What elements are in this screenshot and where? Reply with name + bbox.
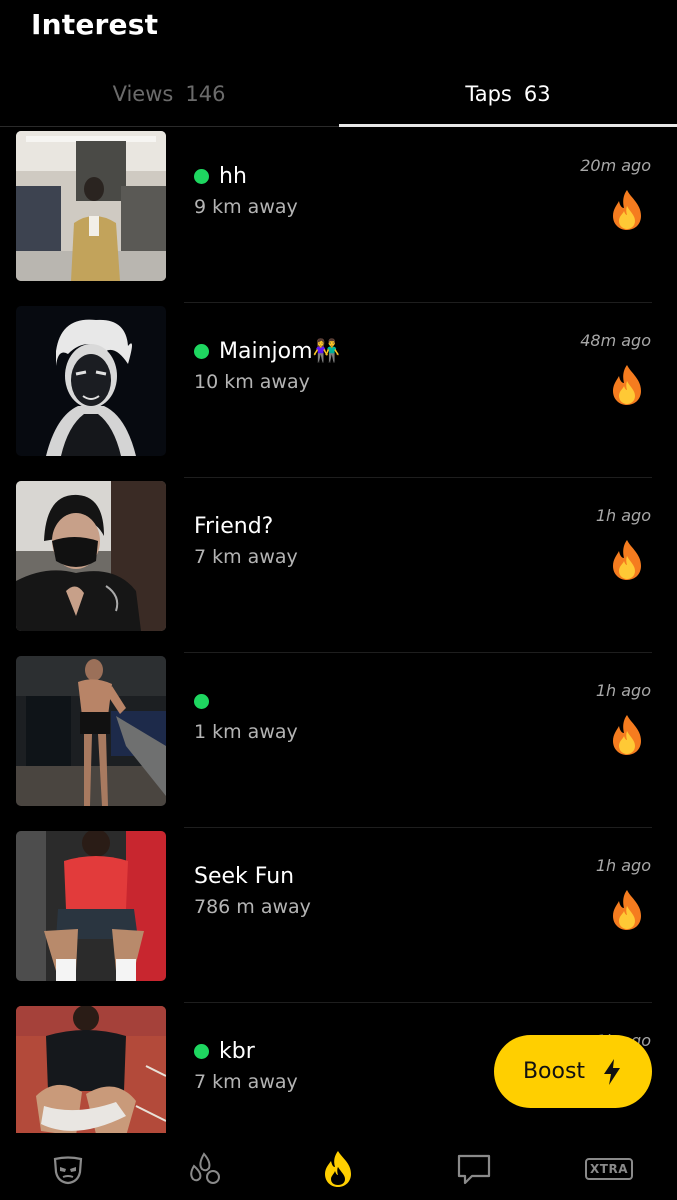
list-item[interactable]: Seek Fun 786 m away 1h ago bbox=[0, 828, 677, 1003]
distance: 786 m away bbox=[194, 896, 311, 918]
boost-button[interactable]: Boost bbox=[494, 1035, 652, 1108]
online-indicator bbox=[194, 168, 209, 184]
profile-photo[interactable] bbox=[16, 131, 166, 281]
flame-icon[interactable] bbox=[607, 888, 647, 932]
page-title: Interest bbox=[31, 8, 159, 41]
profile-photo[interactable] bbox=[16, 656, 166, 806]
name-line bbox=[194, 687, 219, 715]
tabs: Views 146 Taps 63 bbox=[0, 60, 677, 127]
profile-name: Seek Fun bbox=[194, 863, 295, 889]
bottom-nav: XTRA bbox=[0, 1133, 677, 1200]
profile-name: kbr bbox=[219, 1038, 255, 1064]
flame-icon[interactable] bbox=[607, 188, 647, 232]
tap-time: 1h ago bbox=[595, 856, 651, 875]
distance: 9 km away bbox=[194, 196, 298, 218]
profile-photo[interactable] bbox=[16, 481, 166, 631]
drops-icon bbox=[190, 1152, 220, 1184]
nav-drops[interactable] bbox=[184, 1151, 224, 1187]
list-item[interactable]: hh 9 km away 20m ago bbox=[0, 128, 677, 303]
flame-icon[interactable] bbox=[607, 538, 647, 582]
nav-browse[interactable] bbox=[48, 1151, 88, 1187]
online-indicator bbox=[194, 693, 209, 709]
name-line: hh bbox=[194, 162, 247, 190]
profile-name: Mainjom👫 bbox=[219, 338, 340, 364]
tab-taps-label: Taps bbox=[465, 81, 512, 106]
tab-taps-count: 63 bbox=[523, 81, 551, 106]
boost-label: Boost bbox=[522, 1059, 586, 1084]
profile-photo[interactable] bbox=[16, 831, 166, 981]
list-item[interactable]: 1 km away 1h ago bbox=[0, 653, 677, 828]
tap-time: 1h ago bbox=[595, 681, 651, 700]
list-item[interactable]: Friend? 7 km away 1h ago bbox=[0, 478, 677, 653]
nav-chat[interactable] bbox=[454, 1151, 494, 1187]
distance: 10 km away bbox=[194, 371, 310, 393]
profile-name: Friend? bbox=[194, 513, 274, 539]
name-line: Seek Fun bbox=[194, 862, 294, 890]
online-indicator bbox=[194, 1043, 209, 1059]
distance: 7 km away bbox=[194, 1071, 298, 1093]
flame-icon bbox=[325, 1151, 351, 1187]
app: Interest Views 146 Taps 63 hh 9 km away … bbox=[0, 0, 677, 1200]
tab-views[interactable]: Views 146 bbox=[0, 60, 338, 127]
header: Interest bbox=[0, 0, 677, 60]
active-tab-indicator bbox=[339, 124, 677, 127]
nav-interest[interactable] bbox=[318, 1151, 358, 1187]
tab-views-label: Views bbox=[112, 81, 174, 106]
online-indicator bbox=[194, 343, 209, 359]
profile-photo[interactable] bbox=[16, 306, 166, 456]
name-line: kbr bbox=[194, 1037, 255, 1065]
tab-taps[interactable]: Taps 63 bbox=[339, 60, 677, 127]
nav-xtra[interactable]: XTRA bbox=[585, 1151, 633, 1187]
flame-icon[interactable] bbox=[607, 713, 647, 757]
flame-icon[interactable] bbox=[607, 363, 647, 407]
distance: 7 km away bbox=[194, 546, 298, 568]
distance: 1 km away bbox=[194, 721, 298, 743]
chat-icon bbox=[457, 1154, 491, 1185]
tap-time: 1h ago bbox=[595, 506, 651, 525]
xtra-icon: XTRA bbox=[585, 1158, 633, 1180]
profile-name: hh bbox=[219, 163, 247, 189]
name-line: Friend? bbox=[194, 512, 273, 540]
tap-time: 48m ago bbox=[580, 331, 651, 350]
list-item[interactable]: Mainjom👫 10 km away 48m ago bbox=[0, 303, 677, 478]
tap-time: 20m ago bbox=[580, 156, 651, 175]
name-line: Mainjom👫 bbox=[194, 337, 340, 365]
tab-views-count: 146 bbox=[185, 81, 226, 106]
mask-icon bbox=[53, 1156, 83, 1185]
lightning-bolt-icon bbox=[604, 1058, 621, 1085]
